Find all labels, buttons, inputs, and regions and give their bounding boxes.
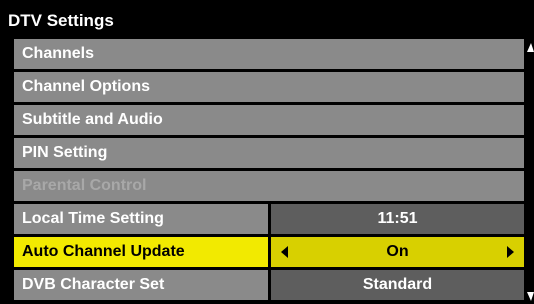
menu-item-channels[interactable]: Channels bbox=[14, 39, 524, 69]
menu-item-label: PIN Setting bbox=[14, 138, 524, 168]
local-time-text: 11:51 bbox=[377, 210, 418, 227]
arrow-right-icon[interactable] bbox=[507, 246, 514, 258]
menu-item-auto-channel-update[interactable]: Auto Channel Update On bbox=[14, 237, 524, 267]
menu-item-parental-control: Parental Control bbox=[14, 171, 524, 201]
menu-item-label: DVB Character Set bbox=[14, 270, 268, 300]
dtv-settings-menu: DTV Settings Channels Channel Options Su… bbox=[0, 0, 534, 304]
menu-title: DTV Settings bbox=[8, 11, 114, 30]
menu-item-subtitle-and-audio[interactable]: Subtitle and Audio bbox=[14, 105, 524, 135]
menu-item-label: Channels bbox=[14, 39, 524, 69]
menu-item-label: Subtitle and Audio bbox=[14, 105, 524, 135]
menu-item-label: Local Time Setting bbox=[14, 204, 268, 234]
menu-item-label: Auto Channel Update bbox=[14, 237, 268, 267]
menu-list: Channels Channel Options Subtitle and Au… bbox=[14, 39, 524, 303]
local-time-value: 11:51 bbox=[271, 204, 524, 234]
dvb-character-set-value: Standard bbox=[271, 270, 524, 300]
auto-channel-update-value: On bbox=[386, 243, 409, 260]
arrow-left-icon[interactable] bbox=[281, 246, 288, 258]
menu-item-label: Channel Options bbox=[14, 72, 524, 102]
scrollbar[interactable] bbox=[527, 39, 534, 301]
dvb-character-set-text: Standard bbox=[362, 276, 433, 293]
auto-channel-update-selector[interactable]: On bbox=[271, 237, 524, 267]
menu-item-label: Parental Control bbox=[14, 171, 524, 201]
scroll-up-icon[interactable] bbox=[527, 43, 534, 52]
menu-item-pin-setting[interactable]: PIN Setting bbox=[14, 138, 524, 168]
menu-item-dvb-character-set[interactable]: DVB Character Set Standard bbox=[14, 270, 524, 300]
menu-item-channel-options[interactable]: Channel Options bbox=[14, 72, 524, 102]
scroll-down-icon[interactable] bbox=[527, 292, 534, 301]
menu-item-local-time-setting[interactable]: Local Time Setting 11:51 bbox=[14, 204, 524, 234]
